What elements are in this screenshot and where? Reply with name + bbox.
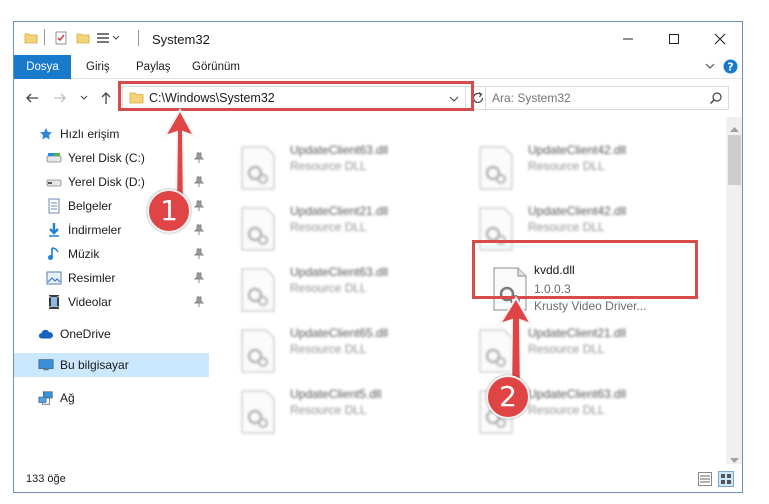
new-folder-icon[interactable] <box>76 31 90 48</box>
file-item-kvdd[interactable]: kvdd.dll 1.0.0.3 Krusty Video Driver... <box>480 260 696 318</box>
search-box[interactable] <box>485 86 729 110</box>
nav-videos[interactable]: Videolar <box>14 290 209 314</box>
drive-icon <box>46 174 62 190</box>
nav-this-pc[interactable]: Bu bilgisayar <box>14 353 209 377</box>
details-view-icon[interactable] <box>698 472 712 489</box>
nav-pictures[interactable]: Resimler <box>14 266 209 290</box>
dll-file-icon <box>476 328 516 374</box>
window-title: System32 <box>152 32 210 47</box>
svg-text:?: ? <box>727 61 733 74</box>
address-separator <box>465 87 466 109</box>
dll-file-icon <box>238 206 278 252</box>
file-item[interactable]: UpdateClient42.dll Resource DLL <box>476 139 696 195</box>
file-name: kvdd.dll <box>534 263 575 277</box>
help-icon[interactable]: ? <box>723 59 738 77</box>
minimize-button[interactable] <box>605 22 651 55</box>
drive-icon <box>46 150 62 166</box>
up-arrow-icon[interactable] <box>98 90 114 106</box>
address-path: C:\Windows\System32 <box>149 91 275 105</box>
folder-icon <box>24 31 38 48</box>
file-item[interactable]: UpdateClient21.dll Resource DLL <box>476 322 696 378</box>
dll-file-icon <box>238 267 278 313</box>
title-bar: System32 <box>14 22 742 55</box>
refresh-icon[interactable] <box>471 91 485 108</box>
customize-toolbar-icon[interactable] <box>96 31 122 48</box>
search-icon[interactable] <box>709 91 723 108</box>
pin-icon[interactable] <box>193 224 205 236</box>
star-icon <box>38 126 54 142</box>
music-icon <box>46 246 62 262</box>
pin-icon[interactable] <box>193 200 205 212</box>
nav-music[interactable]: Müzik <box>14 242 209 266</box>
nav-onedrive[interactable]: OneDrive <box>14 322 209 346</box>
file-item[interactable]: UpdateClient63.dll Resource DLL <box>238 261 458 317</box>
vertical-scrollbar[interactable] <box>726 117 742 464</box>
step-badge-1: 1 <box>147 189 191 233</box>
item-count: 133 öğe <box>26 473 66 485</box>
network-icon <box>38 390 54 406</box>
scroll-up-icon[interactable] <box>730 121 739 135</box>
nav-local-disk-d[interactable]: Yerel Disk (D:) <box>14 170 209 194</box>
step-badge-2: 2 <box>486 375 530 419</box>
dll-file-icon <box>238 328 278 374</box>
explorer-window: System32 Dosya Giriş Paylaş Görünüm ? C:… <box>13 21 743 493</box>
computer-icon <box>38 357 54 373</box>
tab-share[interactable]: Paylaş <box>126 55 181 79</box>
titlebar-separator <box>44 29 45 45</box>
file-list: UpdateClient63.dll Resource DLL UpdateCl… <box>214 117 726 464</box>
properties-icon[interactable] <box>54 31 68 48</box>
dll-file-icon <box>476 145 516 191</box>
recent-locations-icon[interactable] <box>76 90 92 106</box>
expand-ribbon-icon[interactable] <box>704 60 716 75</box>
scrollbar-thumb[interactable] <box>728 135 741 185</box>
search-input[interactable] <box>492 90 692 106</box>
download-icon <box>46 222 62 238</box>
ribbon: Dosya Giriş Paylaş Görünüm ? <box>14 55 742 79</box>
nav-network[interactable]: Ağ <box>14 386 209 410</box>
file-item[interactable]: UpdateClient65.dll Resource DLL <box>238 322 458 378</box>
close-button[interactable] <box>697 22 742 55</box>
nav-quick-access[interactable]: Hızlı erişim <box>14 122 209 146</box>
pin-icon[interactable] <box>193 296 205 308</box>
nav-local-disk-c[interactable]: Yerel Disk (C:) <box>14 146 209 170</box>
dll-file-icon <box>490 266 530 312</box>
pin-icon[interactable] <box>193 272 205 284</box>
tab-home[interactable]: Giriş <box>76 55 120 79</box>
tab-view[interactable]: Görünüm <box>182 55 250 79</box>
tab-file[interactable]: Dosya <box>14 55 71 79</box>
videos-icon <box>46 294 62 310</box>
dll-file-icon <box>238 145 278 191</box>
maximize-button[interactable] <box>651 22 697 55</box>
file-item[interactable]: UpdateClient5.dll Resource DLL <box>238 383 458 439</box>
pin-icon[interactable] <box>193 176 205 188</box>
navigation-pane: Hızlı erişim Yerel Disk (C:) Yerel Disk … <box>14 117 209 464</box>
file-version: 1.0.0.3 <box>534 282 571 296</box>
cloud-icon <box>38 326 54 342</box>
documents-icon <box>46 198 62 214</box>
dll-file-icon <box>476 206 516 252</box>
file-description: Krusty Video Driver... <box>534 299 647 313</box>
folder-icon <box>129 91 144 108</box>
large-icons-view-icon[interactable] <box>718 471 734 490</box>
back-arrow-icon[interactable] <box>24 90 40 106</box>
dll-file-icon <box>238 389 278 435</box>
pin-icon[interactable] <box>193 248 205 260</box>
file-item[interactable]: UpdateClient63.dll Resource DLL <box>238 139 458 195</box>
titlebar-separator <box>138 30 139 46</box>
file-item[interactable]: UpdateClient42.dll Resource DLL <box>476 200 696 256</box>
status-bar: 133 öğe <box>14 464 742 492</box>
file-item[interactable]: UpdateClient21.dll Resource DLL <box>238 200 458 256</box>
forward-arrow-icon[interactable] <box>52 90 68 106</box>
address-row: C:\Windows\System32 <box>14 79 742 117</box>
pin-icon[interactable] <box>193 152 205 164</box>
address-dropdown-icon[interactable] <box>449 93 459 107</box>
address-bar[interactable]: C:\Windows\System32 <box>122 86 488 110</box>
pictures-icon <box>46 270 62 286</box>
